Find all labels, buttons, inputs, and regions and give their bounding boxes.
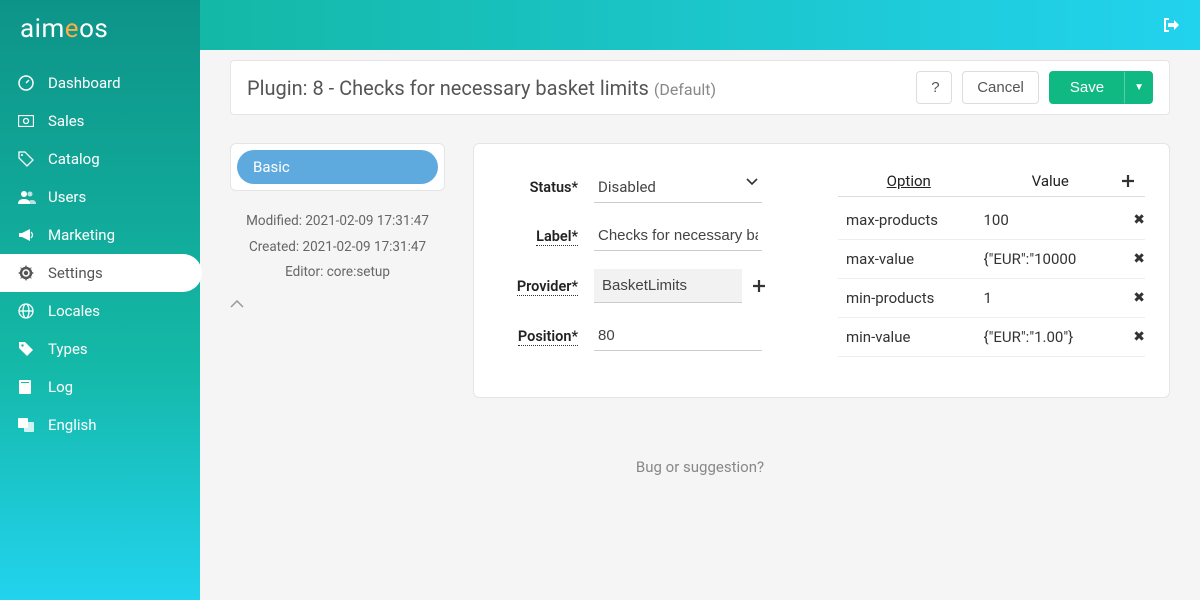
save-button[interactable]: Save [1049, 71, 1125, 104]
users-icon [18, 190, 36, 204]
sidebar-nav: Dashboard Sales Catalog Users Marketing [0, 64, 200, 444]
option-row: max-value {"EUR":"10000 ✖ [838, 240, 1145, 279]
cancel-button[interactable]: Cancel [962, 71, 1039, 104]
add-option-button[interactable] [1121, 174, 1145, 188]
option-row: max-products 100 ✖ [838, 201, 1145, 240]
sidebar-item-label: Dashboard [48, 74, 121, 92]
logout-icon[interactable] [1162, 16, 1180, 34]
row-position: Position* [498, 321, 798, 351]
row-label: Label* [498, 221, 798, 251]
tags-icon [18, 151, 36, 167]
save-button-group: Save ▼ [1049, 71, 1153, 104]
left-column: Basic Modified: 2021-02-09 17:31:47 Crea… [230, 143, 445, 308]
position-input[interactable] [594, 321, 762, 351]
option-name[interactable]: max-products [838, 211, 984, 229]
sidebar-item-users[interactable]: Users [0, 178, 200, 216]
help-button[interactable]: ? [916, 71, 952, 104]
sidebar-item-label: Log [48, 378, 73, 396]
sidebar-item-locales[interactable]: Locales [0, 292, 200, 330]
cog-icon [18, 265, 36, 281]
sidebar-item-label: Locales [48, 302, 100, 320]
collapse-toggle[interactable] [230, 300, 445, 308]
page-title-text: Plugin: 8 - Checks for necessary basket … [247, 76, 649, 100]
meta-info: Modified: 2021-02-09 17:31:47 Created: 2… [230, 209, 445, 286]
meta-editor: Editor: core:setup [230, 260, 445, 286]
meta-modified: Modified: 2021-02-09 17:31:47 [230, 209, 445, 235]
main-area: Plugin: 8 - Checks for necessary basket … [200, 0, 1200, 600]
brand-text-pre: aim [20, 14, 65, 44]
plus-icon [1121, 174, 1135, 188]
body-row: Basic Modified: 2021-02-09 17:31:47 Crea… [230, 143, 1170, 398]
chevron-up-icon [230, 300, 244, 308]
sidebar-item-settings[interactable]: Settings [0, 254, 202, 292]
topbar [200, 0, 1200, 50]
label-status: Status* [498, 179, 578, 196]
language-icon [18, 418, 36, 432]
delete-option-button[interactable]: ✖ [1121, 290, 1145, 306]
tabs-card: Basic [230, 143, 445, 191]
bullhorn-icon [18, 228, 36, 242]
sidebar-item-label: Settings [48, 264, 103, 282]
sidebar-item-types[interactable]: Types [0, 330, 200, 368]
option-name[interactable]: max-value [838, 250, 984, 268]
option-value[interactable]: {"EUR":"1.00"} [984, 328, 1122, 346]
sidebar-item-label: Users [48, 188, 86, 206]
sidebar-item-label: Catalog [48, 150, 100, 168]
sidebar-item-label: English [48, 416, 97, 434]
option-value[interactable]: 100 [984, 211, 1122, 229]
sidebar-item-catalog[interactable]: Catalog [0, 140, 200, 178]
select-status[interactable]: Disabled [594, 172, 762, 203]
delete-option-button[interactable]: ✖ [1121, 251, 1145, 267]
sidebar-item-label: Sales [48, 112, 84, 130]
tag-icon [18, 341, 36, 357]
page-title-suffix: (Default) [654, 80, 716, 99]
sidebar: aimeos Dashboard Sales Catalog Users [0, 0, 200, 600]
page-header: Plugin: 8 - Checks for necessary basket … [230, 60, 1170, 115]
delete-option-button[interactable]: ✖ [1121, 329, 1145, 345]
content: Plugin: 8 - Checks for necessary basket … [200, 50, 1200, 600]
label-input[interactable] [594, 221, 762, 251]
sidebar-item-sales[interactable]: Sales [0, 102, 200, 140]
dashboard-icon [18, 75, 36, 91]
provider-input[interactable] [594, 269, 742, 303]
row-provider: Provider* [498, 269, 798, 303]
col-option-header: Option [838, 172, 980, 190]
status-value: Disabled [594, 172, 762, 203]
label-position: Position* [498, 328, 578, 345]
bug-link[interactable]: Bug or suggestion? [230, 458, 1170, 476]
page-title: Plugin: 8 - Checks for necessary basket … [247, 76, 906, 100]
option-name[interactable]: min-products [838, 289, 984, 307]
sidebar-item-label: Types [48, 340, 88, 358]
options-table: Option Value max-products 100 ✖ max-valu… [838, 172, 1145, 369]
money-icon [18, 115, 36, 127]
book-icon [18, 379, 36, 395]
sidebar-item-dashboard[interactable]: Dashboard [0, 64, 200, 102]
sidebar-item-language[interactable]: English [0, 406, 200, 444]
form-card: Status* Disabled Label* Provid [473, 143, 1170, 398]
delete-option-button[interactable]: ✖ [1121, 212, 1145, 228]
option-row: min-products 1 ✖ [838, 279, 1145, 318]
tab-basic[interactable]: Basic [237, 150, 438, 184]
option-name[interactable]: min-value [838, 328, 984, 346]
add-provider-button[interactable] [752, 279, 766, 293]
sidebar-item-marketing[interactable]: Marketing [0, 216, 200, 254]
options-header: Option Value [838, 172, 1145, 197]
label-label: Label* [498, 228, 578, 245]
brand-logo: aimeos [0, 0, 200, 54]
save-dropdown-toggle[interactable]: ▼ [1125, 71, 1153, 104]
col-value-header: Value [980, 172, 1122, 190]
plus-icon [752, 279, 766, 293]
sidebar-item-log[interactable]: Log [0, 368, 200, 406]
row-status: Status* Disabled [498, 172, 798, 203]
meta-created: Created: 2021-02-09 17:31:47 [230, 235, 445, 261]
form-fields: Status* Disabled Label* Provid [498, 172, 798, 369]
brand-text-post: os [79, 14, 108, 44]
label-provider: Provider* [498, 278, 578, 295]
option-value[interactable]: {"EUR":"10000 [984, 250, 1122, 268]
brand-text-accent: e [65, 14, 79, 44]
globe-icon [18, 303, 36, 319]
sidebar-item-label: Marketing [48, 226, 115, 244]
option-value[interactable]: 1 [984, 289, 1122, 307]
option-row: min-value {"EUR":"1.00"} ✖ [838, 318, 1145, 357]
